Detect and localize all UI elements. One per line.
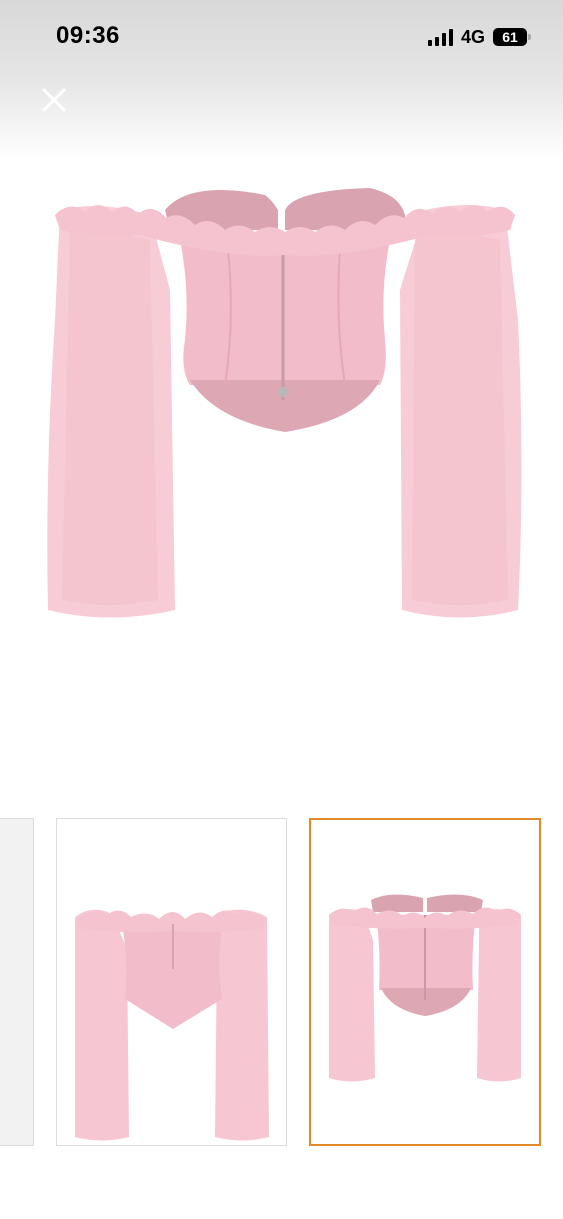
close-icon	[42, 88, 66, 112]
close-button[interactable]	[38, 84, 70, 116]
thumbnail-partial[interactable]	[0, 818, 34, 1146]
network-type: 4G	[460, 26, 485, 47]
status-bar: 09:36 4G 61	[0, 0, 563, 80]
battery-level: 61	[502, 29, 518, 45]
header-fade	[0, 80, 563, 160]
thumbnail-gallery	[0, 818, 563, 1150]
thumbnail-back-view[interactable]	[56, 818, 287, 1146]
signal-icon	[427, 28, 453, 46]
bodice	[180, 240, 390, 385]
thumbnail-front-view-selected[interactable]	[309, 818, 541, 1146]
main-product-image[interactable]	[40, 170, 525, 640]
status-indicators: 4G 61	[427, 26, 531, 48]
battery-icon: 61	[493, 28, 531, 46]
status-time: 09:36	[56, 22, 120, 49]
